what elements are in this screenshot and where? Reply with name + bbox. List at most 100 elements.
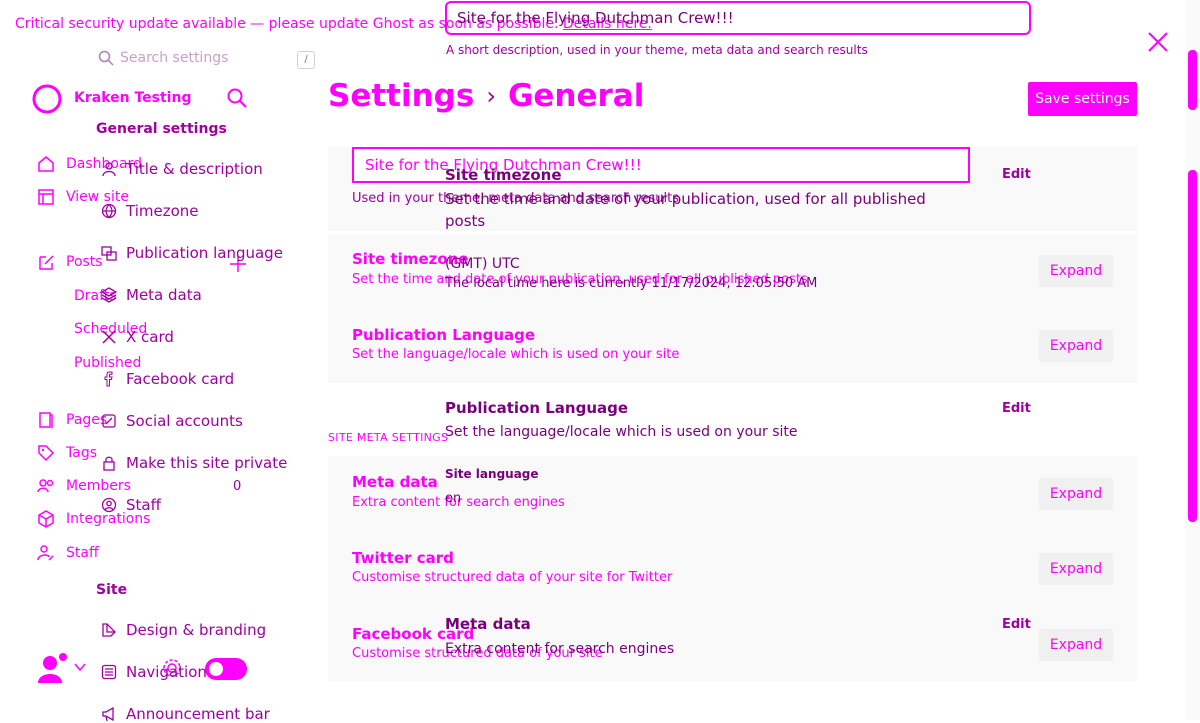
breadcrumb: Settings › General xyxy=(328,78,644,114)
row-desc-twitter: Customise structured data of your site f… xyxy=(352,570,673,585)
timezone-value[interactable]: (GMT) UTC xyxy=(445,256,520,272)
close-icon[interactable] xyxy=(1146,30,1170,54)
edit-language-button[interactable]: Edit xyxy=(1002,401,1031,416)
settings-nav-label: Meta data xyxy=(126,286,202,304)
brush-icon xyxy=(100,621,118,639)
pages-icon xyxy=(36,410,56,430)
overlay-timezone-title: Site timezone xyxy=(445,166,562,184)
avatar-icon[interactable] xyxy=(36,652,68,684)
sidebar-item-published[interactable]: Published xyxy=(74,355,141,371)
timezone-local-time: The local time here is currently 11/17/2… xyxy=(445,276,818,291)
settings-nav-label: X card xyxy=(126,328,174,346)
sidebar-item-label: Members xyxy=(66,478,131,494)
x-icon xyxy=(100,328,118,346)
site-heading: Site xyxy=(96,582,128,598)
overlay-meta-desc: Extra content for search engines xyxy=(445,641,675,657)
row-title-twitter: Twitter card xyxy=(352,549,454,567)
settings-nav-title-description[interactable]: Title & description xyxy=(100,160,263,178)
overlay-meta-title: Meta data xyxy=(445,615,531,633)
row-title-meta: Meta data xyxy=(352,473,438,491)
navigation-icon xyxy=(100,663,118,681)
settings-nav-x-card[interactable]: X card xyxy=(100,328,174,346)
sidebar-search-icon[interactable] xyxy=(227,88,247,108)
settings-nav-facebook-card[interactable]: Facebook card xyxy=(100,370,234,388)
search-input[interactable]: Search settings xyxy=(120,50,228,66)
theme-toggle[interactable] xyxy=(205,658,247,680)
sidebar-item-label: Tags xyxy=(66,445,97,461)
sidebar-item-pages[interactable]: Pages xyxy=(36,410,107,430)
staff-icon xyxy=(36,543,56,563)
overlay-language-title: Publication Language xyxy=(445,399,629,417)
sidebar-item-staff[interactable]: Staff xyxy=(36,543,99,563)
social-icon xyxy=(100,412,118,430)
settings-nav-label: Announcement bar xyxy=(126,705,270,723)
settings-nav-publication-language[interactable]: Publication language xyxy=(100,244,283,262)
settings-nav-design-branding[interactable]: Design & branding xyxy=(100,621,266,639)
settings-nav-social-accounts[interactable]: Social accounts xyxy=(100,412,243,430)
site-description-value: Site for the Flying Dutchman Crew!!! xyxy=(457,9,734,27)
search-settings[interactable]: Search settings xyxy=(98,50,278,66)
integrations-icon xyxy=(36,509,56,529)
expand-timezone-button[interactable]: Expand xyxy=(1039,255,1113,287)
settings-nav-label: Social accounts xyxy=(126,412,243,430)
page-title: General xyxy=(507,78,645,114)
settings-nav-announcement-bar[interactable]: Announcement bar xyxy=(100,705,270,723)
expand-facebook-button[interactable]: Expand xyxy=(1039,629,1113,661)
overlay-timezone-desc-2: posts xyxy=(445,212,486,230)
search-icon xyxy=(98,50,114,66)
chevron-down-icon[interactable] xyxy=(74,662,86,672)
scrollbar-thumb-top[interactable] xyxy=(1188,50,1197,110)
sidebar-item-posts[interactable]: Posts xyxy=(36,252,103,272)
sidebar-item-members[interactable]: Members xyxy=(36,476,131,496)
tags-icon xyxy=(36,443,56,463)
overlay-language-desc: Set the language/locale which is used on… xyxy=(445,424,798,440)
settings-nav-label: Design & branding xyxy=(126,621,267,639)
globe-icon xyxy=(100,202,118,220)
edit-timezone-button[interactable]: Edit xyxy=(1002,167,1031,182)
members-count: 0 xyxy=(233,479,242,494)
site-language-label: Site language xyxy=(445,467,539,481)
settings-nav-timezone[interactable]: Timezone xyxy=(100,202,199,220)
sidebar-item-label: Posts xyxy=(66,254,103,270)
user-icon xyxy=(100,160,118,178)
expand-meta-button[interactable]: Expand xyxy=(1039,478,1113,510)
edit-meta-button[interactable]: Edit xyxy=(1002,617,1031,632)
announcement-icon xyxy=(100,705,118,723)
expand-language-button[interactable]: Expand xyxy=(1039,330,1113,362)
scrollbar-thumb[interactable] xyxy=(1188,170,1197,522)
chevron-right-icon: › xyxy=(486,82,496,110)
brand-name[interactable]: Kraken Testing xyxy=(74,90,191,106)
settings-nav-make-private[interactable]: Make this site private xyxy=(100,454,287,472)
settings-nav-label: Facebook card xyxy=(126,370,235,388)
general-settings-heading: General settings xyxy=(96,121,227,137)
row-desc-language: Set the language/locale which is used on… xyxy=(352,347,680,362)
settings-nav-navigation[interactable]: Navigation xyxy=(100,663,207,681)
site-description-hint: A short description, used in your theme,… xyxy=(446,43,868,57)
language-icon xyxy=(100,244,118,262)
save-button[interactable]: Save settings xyxy=(1028,82,1137,116)
settings-nav-label: Navigation xyxy=(126,663,207,681)
view-site-icon xyxy=(36,187,56,207)
overlay-timezone-desc-1: Set the time and date of your publicatio… xyxy=(445,190,926,208)
site-description-input[interactable]: Site for the Flying Dutchman Crew!!! xyxy=(445,1,1031,35)
members-icon xyxy=(36,476,56,496)
home-icon xyxy=(36,154,56,174)
settings-nav-label: Make this site private xyxy=(126,454,288,472)
settings-nav-label: Publication language xyxy=(126,244,283,262)
settings-nav-staff[interactable]: Staff xyxy=(100,496,161,514)
sidebar-item-tags[interactable]: Tags xyxy=(36,443,97,463)
breadcrumb-settings[interactable]: Settings xyxy=(328,78,474,114)
search-shortcut-key: / xyxy=(297,51,315,69)
section-label-meta: SITE META SETTINGS xyxy=(328,431,449,444)
settings-nav-label: Title & description xyxy=(126,160,263,178)
expand-twitter-button[interactable]: Expand xyxy=(1039,553,1113,585)
meta-icon xyxy=(100,286,118,304)
sidebar-item-label: Staff xyxy=(66,545,99,561)
posts-icon xyxy=(36,252,56,272)
facebook-icon xyxy=(100,370,118,388)
settings-nav-meta-data[interactable]: Meta data xyxy=(100,286,202,304)
logo-icon[interactable] xyxy=(32,84,62,114)
lock-icon xyxy=(100,454,118,472)
site-language-value[interactable]: en xyxy=(445,491,461,506)
settings-nav-label: Staff xyxy=(126,496,161,514)
